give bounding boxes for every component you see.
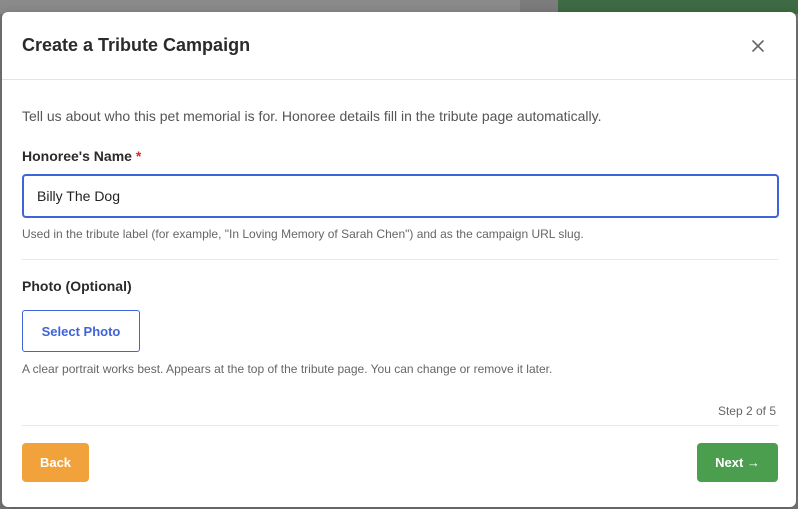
select-photo-button[interactable]: Select Photo — [22, 310, 140, 352]
honoree-name-help: Used in the tribute label (for example, … — [22, 227, 584, 241]
honoree-name-input[interactable] — [22, 174, 779, 218]
intro-text: Tell us about who this pet memorial is f… — [22, 108, 602, 124]
photo-label: Photo (Optional) — [22, 278, 132, 294]
modal-header: Create a Tribute Campaign — [2, 12, 796, 80]
modal-title: Create a Tribute Campaign — [22, 35, 251, 55]
close-icon — [752, 39, 764, 52]
honoree-name-label: Honoree's Name * — [22, 148, 776, 164]
back-button[interactable]: Back — [22, 443, 89, 482]
required-indicator: * — [135, 148, 142, 164]
modal-body: Tell us about who this pet memorial is f… — [2, 80, 796, 418]
honoree-name-label-text: Honoree's Name — [22, 148, 132, 164]
section-divider — [22, 259, 778, 260]
footer-divider — [22, 425, 778, 426]
step-indicator: Step 2 of 5 — [717, 404, 776, 418]
next-button[interactable]: Next → — [697, 443, 778, 482]
tribute-campaign-modal: Create a Tribute Campaign Tell us about … — [2, 12, 796, 507]
close-button[interactable] — [746, 34, 770, 58]
photo-help: A clear portrait works best. Appears at … — [22, 362, 553, 376]
